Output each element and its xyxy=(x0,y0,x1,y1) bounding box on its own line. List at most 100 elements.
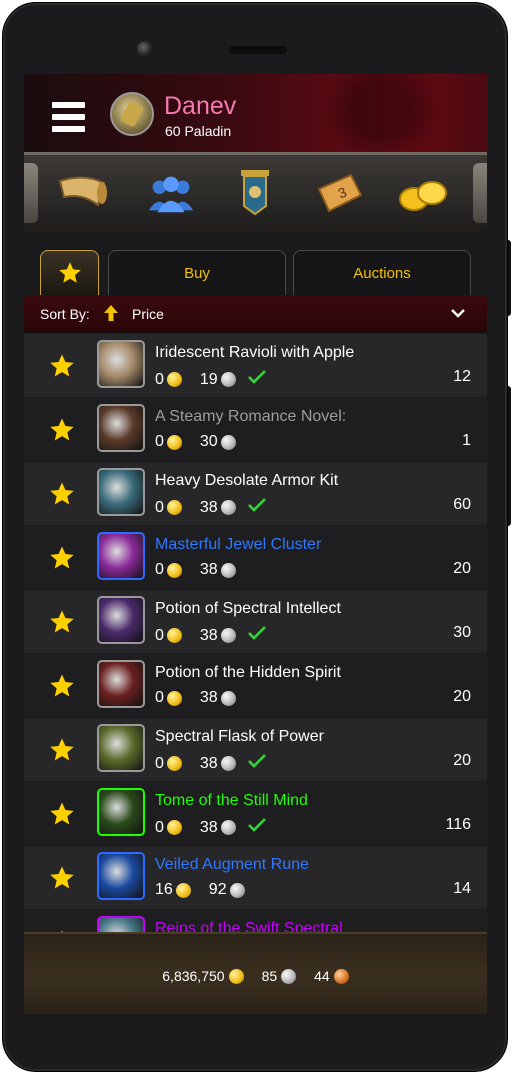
silver-coin-icon xyxy=(281,968,297,984)
item-icon xyxy=(97,660,145,708)
price-silver: 38 xyxy=(199,561,218,578)
gold-coin-icon xyxy=(166,562,182,578)
character-level-class: 60 Paladin xyxy=(165,123,232,139)
character-portrait[interactable] xyxy=(110,92,154,136)
gold-coin-icon xyxy=(228,968,244,984)
item-quantity: 20 xyxy=(453,688,471,705)
copper-coin-icon xyxy=(333,968,349,984)
gold-coin-icon xyxy=(166,372,182,387)
favorite-star-icon[interactable] xyxy=(48,416,76,449)
item-row[interactable]: Potion of Spectral Intellect 0 38 30 xyxy=(24,590,487,653)
silver-coin-icon xyxy=(220,756,236,771)
item-quantity: 1 xyxy=(462,432,471,449)
item-icon xyxy=(97,724,145,772)
favorite-star-icon[interactable] xyxy=(48,544,76,577)
sort-by-label: Sort By: xyxy=(40,306,90,322)
tab-bar: Buy Auctions xyxy=(24,235,487,295)
currency-footer: 6,836,750 85 44 xyxy=(24,932,487,1014)
item-name: Potion of the Hidden Spirit xyxy=(155,664,341,681)
price-gold: 0 xyxy=(155,433,164,450)
item-price: 0 38 xyxy=(155,625,267,646)
feature-nav-bar: 3 xyxy=(24,152,487,238)
camera-icon xyxy=(137,41,153,57)
silver-coin-icon xyxy=(220,562,236,578)
item-price: 0 38 xyxy=(155,753,267,774)
price-silver: 38 xyxy=(199,626,218,644)
horn-icon[interactable] xyxy=(54,167,110,219)
tab-auctions[interactable]: Auctions xyxy=(293,250,471,295)
item-price: 0 38 xyxy=(155,689,236,707)
item-quantity: 14 xyxy=(453,880,471,897)
checkmark-icon xyxy=(247,369,267,390)
item-icon xyxy=(97,404,145,452)
favorite-star-icon[interactable] xyxy=(48,480,76,513)
item-quantity: 20 xyxy=(453,752,471,769)
guild-icon[interactable] xyxy=(143,167,199,219)
item-name: Tome of the Still Mind xyxy=(155,792,308,809)
item-price: 0 38 xyxy=(155,497,267,518)
checkmark-icon xyxy=(247,753,267,774)
favorite-star-icon[interactable] xyxy=(48,736,76,769)
price-silver: 30 xyxy=(199,433,218,450)
sort-bar[interactable]: Sort By: Price xyxy=(24,295,487,333)
price-silver: 92 xyxy=(208,881,227,898)
item-quantity: 20 xyxy=(453,560,471,577)
price-gold: 0 xyxy=(155,754,164,772)
sort-ascending-arrow-icon[interactable] xyxy=(103,304,119,322)
item-quantity: 30 xyxy=(453,624,471,641)
item-row[interactable]: Veiled Augment Rune 16 92 14 xyxy=(24,846,487,909)
price-silver: 38 xyxy=(199,818,218,836)
silver-coin-icon xyxy=(220,690,236,706)
favorite-star-icon[interactable] xyxy=(48,352,76,385)
favorite-star-icon[interactable] xyxy=(48,864,76,897)
gold-coins-icon[interactable] xyxy=(396,167,452,219)
item-row[interactable]: Masterful Jewel Cluster 0 38 20 xyxy=(24,526,487,589)
gold-coin-icon xyxy=(166,756,182,771)
tab-favorites[interactable] xyxy=(40,250,99,295)
price-silver: 38 xyxy=(199,754,218,772)
copper-amount: 44 xyxy=(314,968,330,984)
item-row[interactable]: Heavy Desolate Armor Kit 0 38 60 xyxy=(24,462,487,525)
character-header: Danev 60 Paladin xyxy=(24,74,487,154)
price-gold: 0 xyxy=(155,689,164,706)
price-gold: 0 xyxy=(155,561,164,578)
item-price: 16 92 xyxy=(155,881,245,899)
checkmark-icon xyxy=(247,817,267,838)
price-silver: 38 xyxy=(199,498,218,516)
silver-coin-icon xyxy=(229,882,245,898)
item-icon xyxy=(97,852,145,900)
gold-coin-icon xyxy=(166,690,182,706)
item-row[interactable]: Potion of the Hidden Spirit 0 38 20 xyxy=(24,654,487,717)
favorite-star-icon[interactable] xyxy=(48,672,76,705)
item-quantity: 12 xyxy=(453,368,471,385)
favorite-star-icon[interactable] xyxy=(48,608,76,641)
speaker-grille xyxy=(229,46,287,54)
item-row[interactable]: Tome of the Still Mind 0 38 116 xyxy=(24,782,487,845)
item-name: Masterful Jewel Cluster xyxy=(155,536,322,553)
gold-coin-icon xyxy=(166,820,182,835)
calendar-icon[interactable]: 3 xyxy=(311,167,367,219)
checkmark-icon xyxy=(247,625,267,646)
item-icon xyxy=(97,596,145,644)
silver-coin-icon xyxy=(220,434,236,450)
item-price: 0 30 xyxy=(155,433,236,451)
hamburger-menu-icon[interactable] xyxy=(52,102,85,132)
tab-buy[interactable]: Buy xyxy=(108,250,286,295)
gold-coin-icon xyxy=(166,434,182,450)
item-row[interactable]: Iridescent Ravioli with Apple 0 19 12 xyxy=(24,334,487,397)
player-money: 6,836,750 85 44 xyxy=(24,968,487,984)
tab-auctions-label: Auctions xyxy=(353,264,411,282)
right-ornament xyxy=(473,163,487,223)
price-gold: 0 xyxy=(155,626,164,644)
gold-amount: 6,836,750 xyxy=(162,968,225,984)
silver-coin-icon xyxy=(220,372,236,387)
item-price: 0 38 xyxy=(155,561,236,579)
favorite-star-icon[interactable] xyxy=(48,800,76,833)
silver-coin-icon xyxy=(220,820,236,835)
price-gold: 0 xyxy=(155,498,164,516)
chevron-down-icon[interactable] xyxy=(450,305,466,321)
item-row[interactable]: A Steamy Romance Novel: 0 30 1 xyxy=(24,398,487,461)
banner-icon[interactable] xyxy=(227,167,283,219)
price-gold: 0 xyxy=(155,818,164,836)
item-row[interactable]: Spectral Flask of Power 0 38 20 xyxy=(24,718,487,781)
